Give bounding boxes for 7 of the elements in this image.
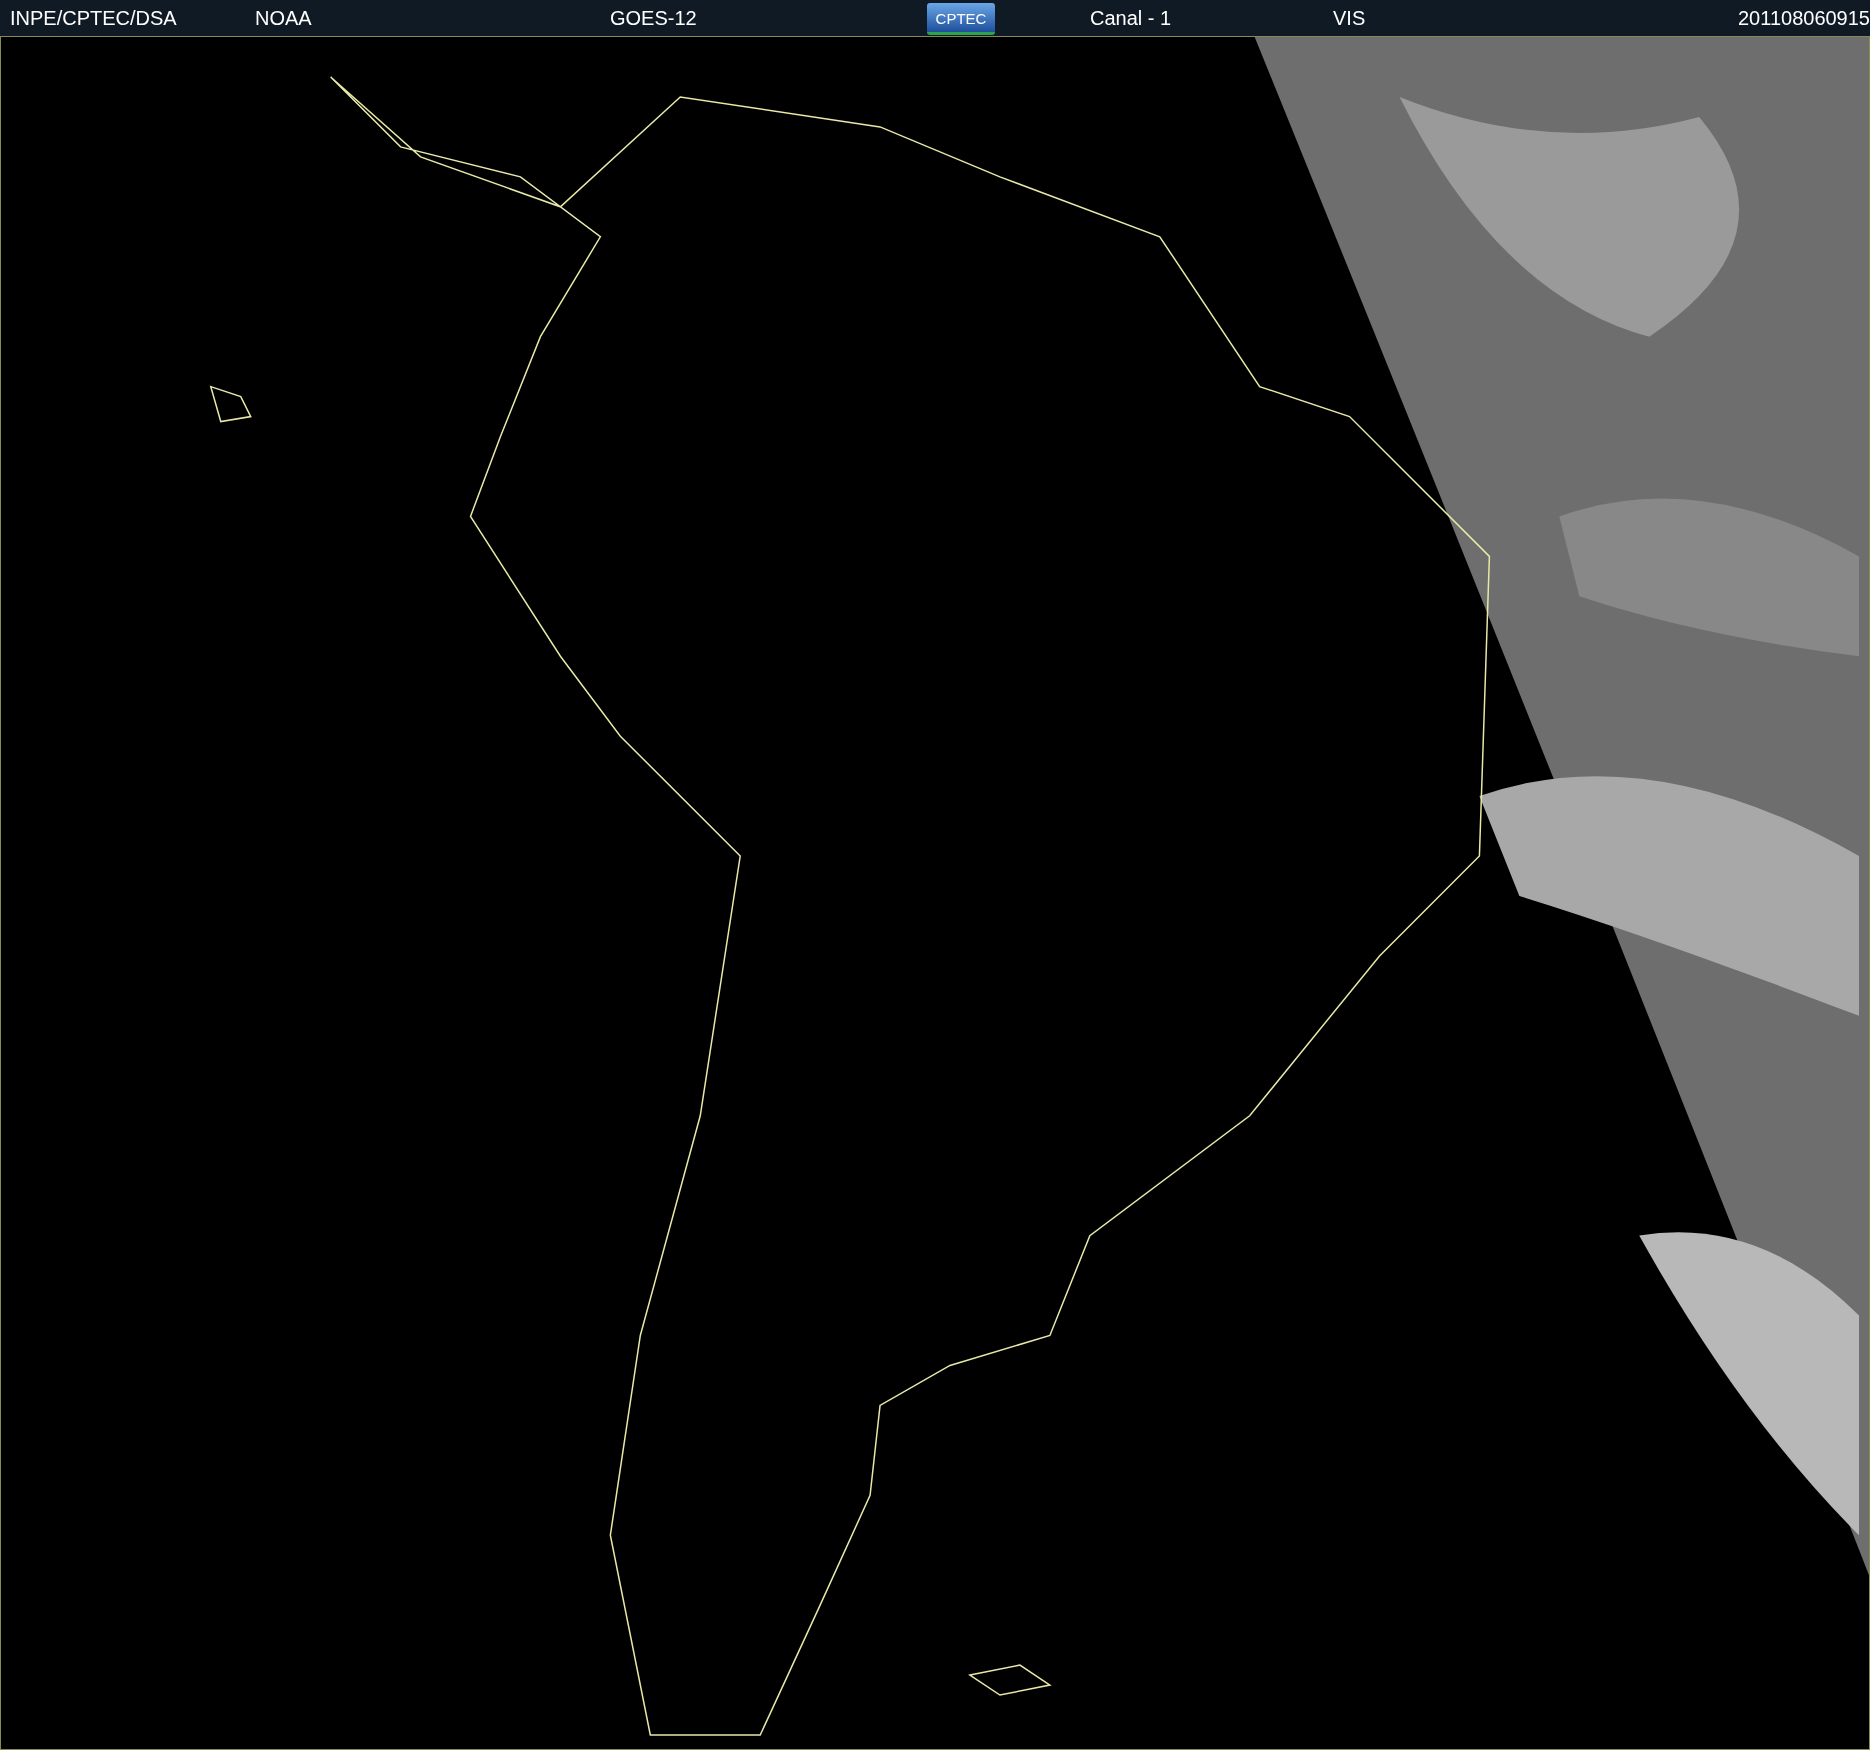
header-label: VIS bbox=[1333, 6, 1367, 31]
logo: CPTEC bbox=[927, 2, 995, 35]
header-label: NOAA bbox=[255, 6, 313, 31]
header-label: GOES-12 bbox=[610, 6, 698, 31]
header-label: Canal - 1 bbox=[1090, 6, 1173, 31]
header-label: 201108060915 bbox=[1738, 6, 1870, 31]
header-label: INPE/CPTEC/DSA bbox=[10, 6, 178, 31]
